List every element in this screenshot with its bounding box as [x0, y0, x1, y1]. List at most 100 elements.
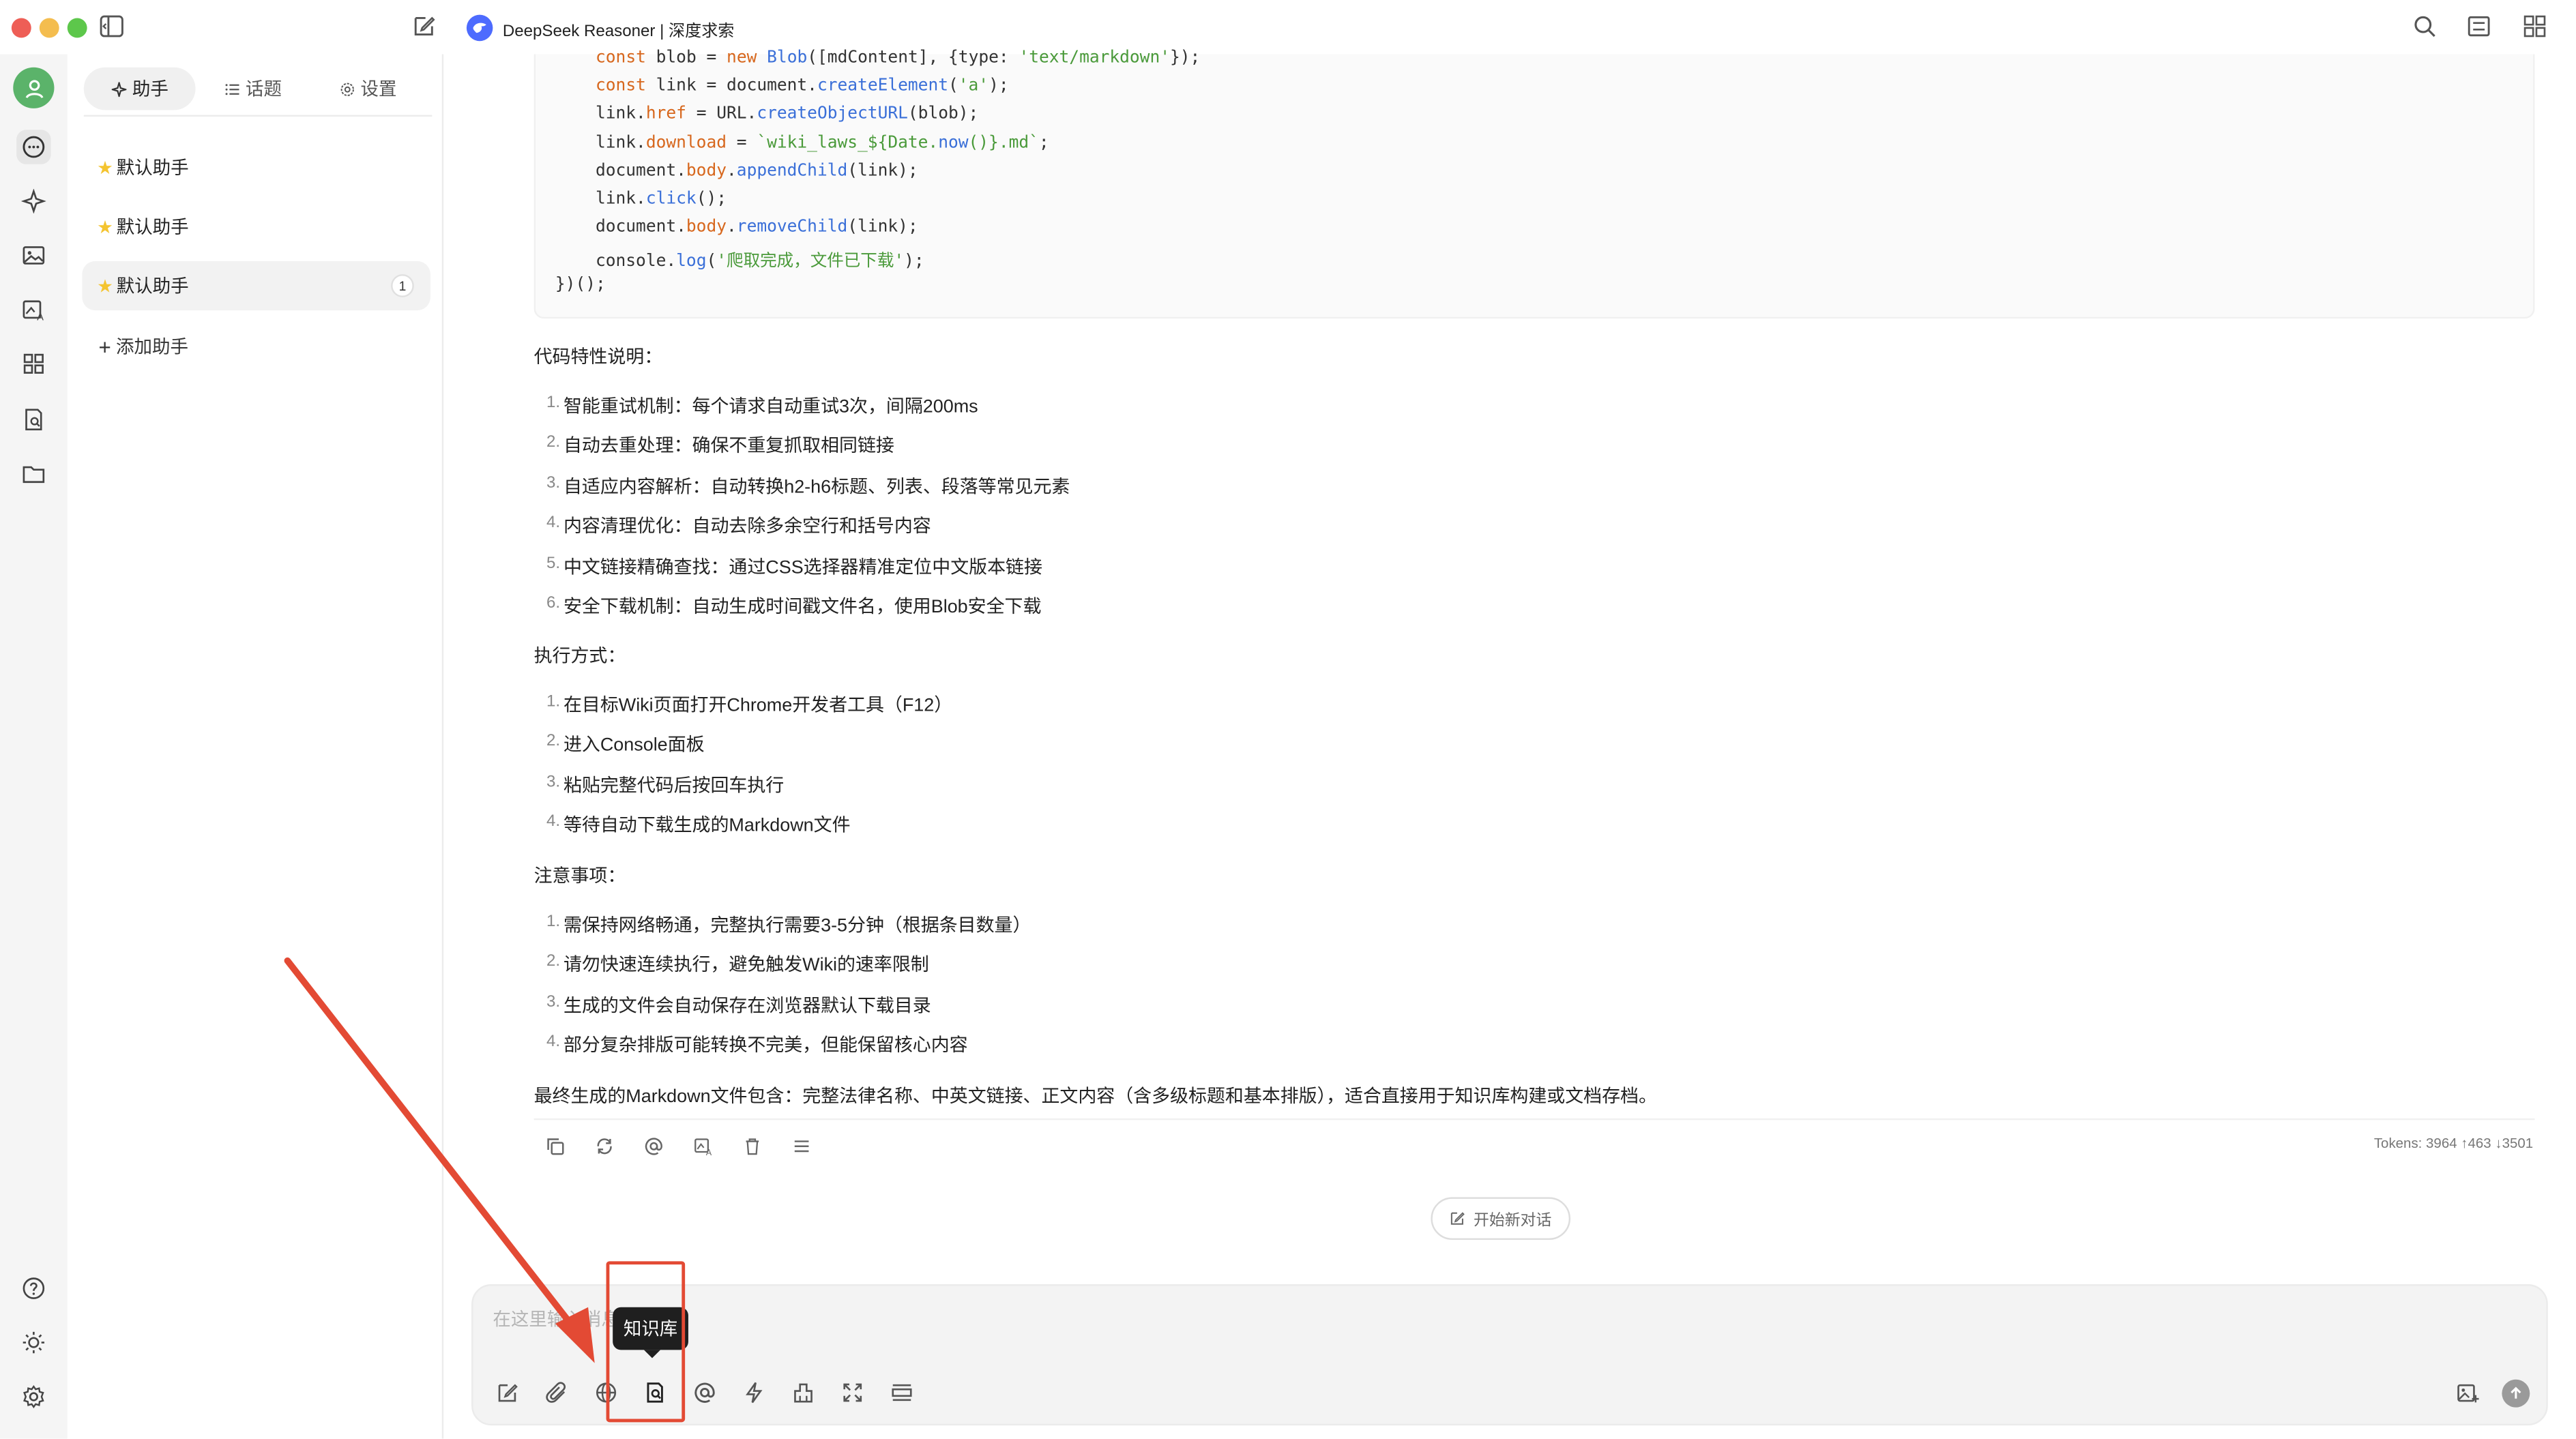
new-chat-label: 开始新对话: [1473, 1212, 1552, 1230]
note-item-number: 4.: [546, 1033, 561, 1052]
note-item: 请勿快速连续执行，避免触发Wiki的速率限制: [563, 956, 929, 977]
folder-icon[interactable]: [16, 456, 51, 491]
list-icon: [224, 81, 239, 96]
feature-item-number: 1.: [546, 394, 561, 413]
icon-rail: A: [0, 54, 68, 1439]
features-heading: 代码特性说明：: [533, 348, 663, 368]
sparkle-icon: [111, 81, 126, 96]
assistant-item[interactable]: ★ 默认助手: [82, 143, 430, 192]
new-chat-button[interactable]: 开始新对话: [1431, 1197, 1570, 1241]
annotation-highlight-box: [606, 1261, 686, 1423]
regenerate-icon[interactable]: [589, 1131, 619, 1161]
code-line: const blob = new Blob([mdContent], {type…: [596, 49, 1201, 68]
send-button[interactable]: [2502, 1378, 2530, 1407]
exec-heading: 执行方式：: [533, 647, 626, 667]
code-block: const blob = new Blob([mdContent], {type…: [533, 49, 2535, 319]
feature-item: 自动去重处理：确保不重复抓取相同链接: [563, 437, 894, 458]
attachment-icon[interactable]: [542, 1378, 572, 1407]
image-icon[interactable]: [16, 238, 51, 273]
exec-step-item-number: 3.: [546, 773, 561, 792]
knowledge-base-icon[interactable]: [16, 402, 51, 437]
help-icon[interactable]: [16, 1271, 51, 1306]
feature-item: 智能重试机制：每个请求自动重试3次，间隔200ms: [563, 397, 978, 417]
image-upload-icon[interactable]: [2453, 1378, 2482, 1407]
exec-step-item: 在目标Wiki页面打开Chrome开发者工具（F12）: [563, 696, 953, 716]
note-item: 部分复杂排版可能转换不完美，但能保留核心内容: [563, 1036, 968, 1056]
clear-context-broom-icon[interactable]: [789, 1378, 818, 1407]
topic-count-badge: 1: [391, 274, 414, 297]
add-assistant-label: 添加助手: [115, 338, 188, 358]
edit-icon: [1449, 1211, 1465, 1227]
code-line: document.body.appendChild(link);: [555, 162, 918, 181]
new-topic-icon[interactable]: [493, 1378, 522, 1407]
translate-image-icon[interactable]: A: [16, 293, 51, 327]
translate-icon[interactable]: A: [688, 1131, 718, 1161]
tab-assistants-label: 助手: [132, 80, 169, 100]
message-input-box[interactable]: 在这里输入消息: [471, 1284, 2548, 1426]
svg-text:A: A: [706, 1148, 712, 1156]
tab-settings[interactable]: 设置: [310, 68, 426, 110]
avatar[interactable]: [13, 67, 55, 108]
feature-item: 中文链接精确查找：通过CSS选择器精准定位中文版本链接: [563, 557, 1042, 578]
exec-step-item-number: 4.: [546, 813, 561, 831]
feature-item: 自适应内容解析：自动转换h2-h6标题、列表、段落等常见元素: [563, 477, 1070, 498]
star-icon: ★: [97, 158, 113, 179]
notes-heading: 注意事项：: [533, 867, 626, 887]
assistant-item-label: 默认助手: [116, 218, 189, 239]
code-line: })();: [555, 275, 606, 294]
agents-sparkle-icon[interactable]: [16, 184, 51, 219]
minimize-window-button[interactable]: [39, 18, 59, 38]
copy-icon[interactable]: [540, 1131, 570, 1161]
assistant-item-label: 默认助手: [116, 277, 189, 297]
apps-grid-icon[interactable]: [2521, 13, 2551, 42]
note-item-number: 2.: [546, 953, 561, 972]
close-window-button[interactable]: [11, 18, 31, 38]
tab-topics-label: 话题: [245, 80, 282, 100]
feature-item: 安全下载机制：自动生成时间戳文件名，使用Blob安全下载: [563, 597, 1042, 618]
settings-gear-icon[interactable]: [16, 1380, 51, 1414]
context-lines-icon[interactable]: [887, 1378, 916, 1407]
menu-icon[interactable]: [787, 1131, 816, 1161]
message-actions: A: [540, 1131, 817, 1161]
mention-icon[interactable]: [639, 1131, 669, 1161]
code-line: const link = document.createElement('a')…: [596, 77, 1009, 96]
note-item: 需保持网络畅通，完整执行需要3-5分钟（根据条目数量）: [563, 916, 1031, 936]
chat-icon[interactable]: [16, 130, 51, 164]
maximize-window-button[interactable]: [67, 18, 87, 38]
exec-step-item: 等待自动下载生成的Markdown文件: [563, 816, 851, 837]
feature-item-number: 4.: [546, 514, 561, 533]
assistant-item-active[interactable]: ★ 默认助手 1: [82, 261, 430, 311]
delete-icon[interactable]: [737, 1131, 767, 1161]
exec-step-item-number: 2.: [546, 732, 561, 752]
message-input[interactable]: 在这里输入消息: [493, 1305, 619, 1332]
tab-topics[interactable]: 话题: [196, 68, 311, 110]
note-item-number: 1.: [546, 913, 561, 932]
exec-step-item: 粘贴完整代码后按回车执行: [563, 776, 785, 797]
exec-step-item: 进入Console面板: [563, 736, 705, 756]
deepseek-logo-icon: [466, 14, 493, 42]
feature-item: 内容清理优化：自动去除多余空行和括号内容: [563, 517, 931, 537]
model-selector[interactable]: DeepSeek Reasoner | 深度求索: [466, 13, 734, 42]
expand-icon[interactable]: [838, 1378, 867, 1407]
feature-item-number: 5.: [546, 554, 561, 573]
mini-apps-icon[interactable]: [16, 346, 51, 381]
theme-sun-icon[interactable]: [16, 1325, 51, 1360]
feature-item-number: 6.: [546, 594, 561, 613]
note-item: 生成的文件会自动保存在浏览器默认下载目录: [563, 996, 931, 1017]
mention-model-icon[interactable]: [690, 1378, 719, 1407]
search-icon[interactable]: [2412, 13, 2441, 42]
feature-item-number: 3.: [546, 474, 561, 492]
sidebar-toggle-icon[interactable]: [98, 13, 128, 42]
input-right-actions: [2453, 1378, 2530, 1407]
assistant-item[interactable]: ★ 默认助手: [82, 202, 430, 251]
new-topic-icon[interactable]: [411, 13, 440, 42]
layout-toggle-icon[interactable]: [2465, 13, 2495, 42]
code-line: link.download = `wiki_laws_${Date.now()}…: [555, 134, 1049, 152]
star-icon: ★: [97, 276, 113, 297]
token-usage: Tokens: 3964 ↑463 ↓3501: [2373, 1134, 2534, 1152]
gear-icon: [339, 81, 354, 96]
quick-phrase-bolt-icon[interactable]: [740, 1378, 769, 1407]
add-assistant-button[interactable]: + 添加助手: [98, 333, 188, 360]
exec-step-item-number: 1.: [546, 693, 561, 711]
tab-assistants[interactable]: 助手: [83, 67, 196, 110]
